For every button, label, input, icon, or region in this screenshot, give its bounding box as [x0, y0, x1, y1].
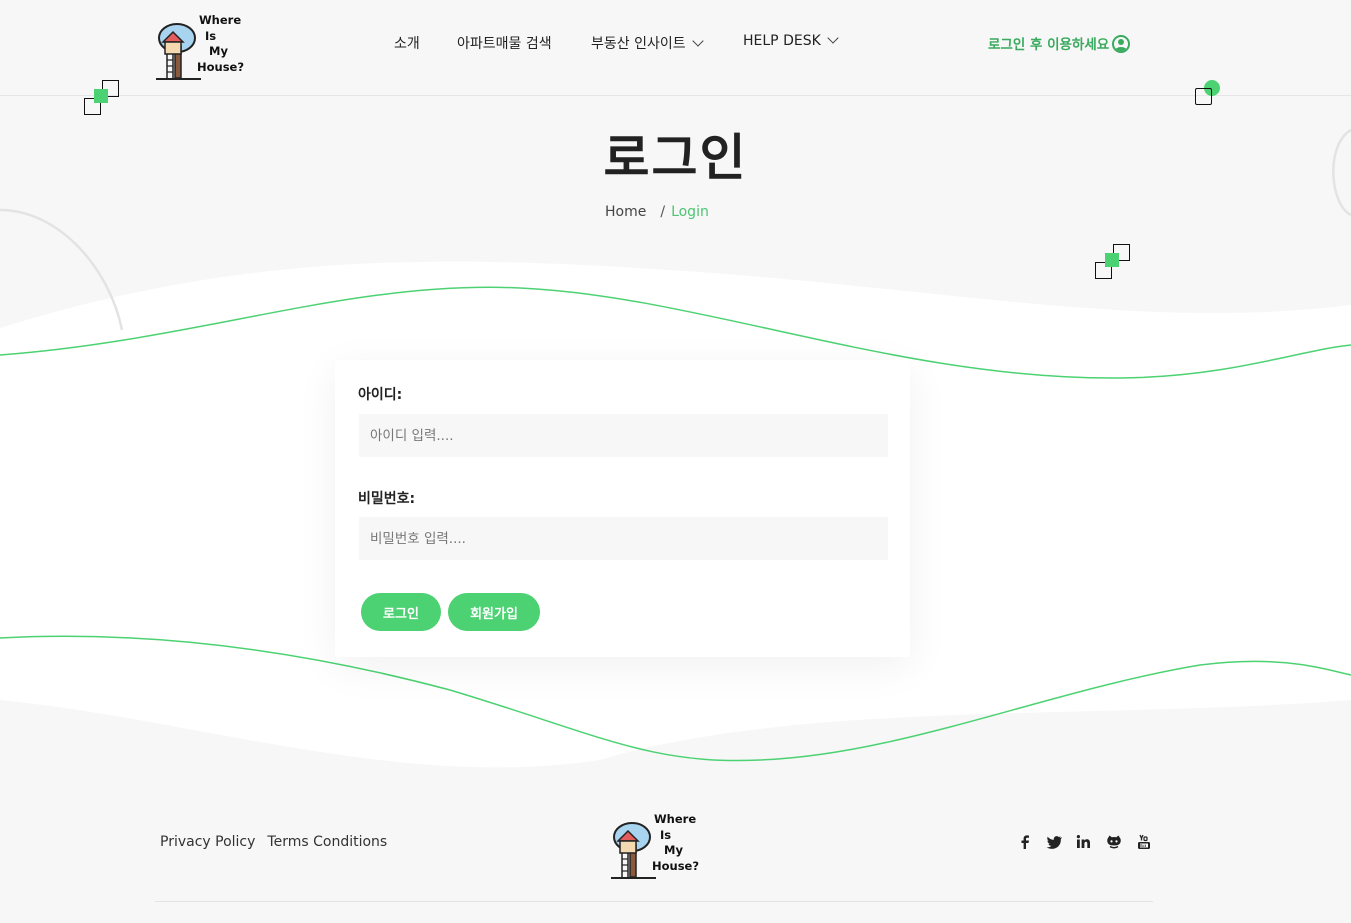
signup-button[interactable]: 회원가입 [448, 593, 540, 631]
treehouse-icon [611, 822, 656, 879]
login-prompt-link[interactable]: 로그인 후 이용하세요 [988, 33, 1131, 54]
nav-item-label: HELP DESK [743, 33, 821, 49]
logo-wordmark: Where Is My House? [652, 812, 700, 873]
breadcrumb-separator: / [660, 204, 666, 220]
password-label: 비밀번호: [358, 491, 416, 507]
breadcrumb: Home / Login [605, 204, 709, 220]
id-input[interactable] [359, 414, 888, 457]
decorative-square-outline [1195, 88, 1212, 105]
nav-item-real-estate-insight[interactable]: 부동산 인사이트 [591, 33, 704, 53]
footer-divider [155, 901, 1153, 902]
id-label: 아이디: [358, 387, 403, 403]
terms-conditions-link[interactable]: Terms Conditions [267, 834, 387, 850]
breadcrumb-current: Login [671, 204, 709, 220]
youtube-icon[interactable] [1135, 833, 1153, 851]
page-title: 로그인 [603, 129, 748, 187]
facebook-icon[interactable] [1016, 833, 1034, 851]
site-header: Where Is My House? 소개 아파트매물 검색 부동산 인사이트 … [0, 0, 1351, 96]
footer-links: Privacy Policy Terms Conditions [160, 834, 399, 850]
login-form-card: 아이디: 비밀번호: 로그인 회원가입 [335, 360, 910, 657]
user-circle-icon [1112, 35, 1131, 53]
nav-item-about[interactable]: 소개 [394, 33, 420, 53]
nav-item-help-desk[interactable]: HELP DESK [743, 32, 839, 49]
github-icon[interactable] [1105, 833, 1123, 851]
login-prompt-label: 로그인 후 이용하세요 [988, 37, 1110, 53]
chevron-down-icon [691, 35, 704, 47]
breadcrumb-home-link[interactable]: Home [605, 204, 646, 220]
login-button[interactable]: 로그인 [361, 593, 441, 631]
nav-item-label: 부동산 인사이트 [591, 36, 686, 52]
main-nav: 소개 아파트매물 검색 부동산 인사이트 HELP DESK [0, 32, 1351, 53]
privacy-policy-link[interactable]: Privacy Policy [160, 834, 255, 850]
chevron-down-icon [827, 32, 839, 44]
linkedin-icon[interactable] [1075, 833, 1093, 851]
nav-item-apartment-search[interactable]: 아파트매물 검색 [457, 33, 552, 53]
password-input[interactable] [359, 517, 888, 560]
twitter-icon[interactable] [1045, 833, 1063, 851]
footer-logo[interactable]: Where Is My House? [610, 811, 700, 881]
